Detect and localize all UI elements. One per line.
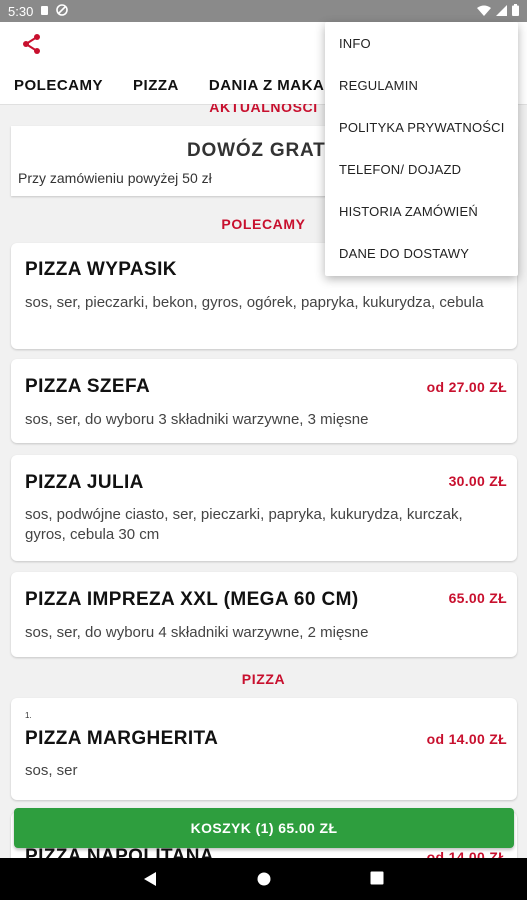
product-number: 1. bbox=[25, 711, 32, 720]
no-disturb-icon bbox=[56, 3, 69, 19]
status-bar: 5:30 bbox=[0, 0, 527, 22]
status-time: 5:30 bbox=[8, 3, 34, 19]
product-card[interactable]: PIZZA SZEFA od 27.00 ZŁ sos, ser, do wyb… bbox=[11, 359, 517, 443]
product-price: od 14.00 ZŁ bbox=[426, 849, 507, 858]
news-title: DOWÓZ GRATIS bbox=[187, 140, 346, 161]
notification-icon bbox=[40, 4, 49, 19]
product-card[interactable]: PIZZA IMPREZA XXL (MEGA 60 CM) 65.00 ZŁ … bbox=[11, 572, 517, 657]
back-icon[interactable] bbox=[143, 871, 157, 892]
home-icon[interactable] bbox=[256, 871, 272, 892]
signal-icon bbox=[496, 4, 507, 19]
product-description: sos, ser, do wyboru 3 składniki warzywne… bbox=[25, 411, 369, 428]
product-name: PIZZA MARGHERITA bbox=[25, 728, 219, 749]
menu-item-telefon-dojazd[interactable]: TELEFON/ DOJAZD bbox=[339, 162, 461, 177]
product-name: PIZZA JULIA bbox=[25, 472, 144, 493]
overflow-menu: INFO REGULAMIN POLITYKA PRYWATNOŚCI TELE… bbox=[325, 22, 518, 276]
cart-button[interactable]: KOSZYK (1) 65.00 ZŁ bbox=[14, 808, 514, 848]
product-price: od 14.00 ZŁ bbox=[426, 731, 507, 747]
product-description: sos, ser, pieczarki, bekon, gyros, ogóre… bbox=[25, 294, 484, 311]
tab-pizza[interactable]: PIZZA bbox=[118, 77, 194, 94]
menu-item-info[interactable]: INFO bbox=[339, 36, 371, 51]
product-card[interactable]: 1. PIZZA MARGHERITA od 14.00 ZŁ sos, ser bbox=[11, 698, 517, 800]
tab-polecamy[interactable]: POLECAMY bbox=[0, 77, 118, 94]
wifi-icon bbox=[477, 4, 491, 19]
recents-icon[interactable] bbox=[370, 871, 384, 890]
battery-icon bbox=[512, 3, 519, 19]
share-icon[interactable] bbox=[20, 32, 44, 56]
news-subtitle: Przy zamówieniu powyżej 50 zł bbox=[18, 170, 212, 186]
product-price: od 27.00 ZŁ bbox=[426, 379, 507, 395]
section-title-pizza: PIZZA bbox=[241, 671, 286, 687]
menu-item-polityka-prywatnosci[interactable]: POLITYKA PRYWATNOŚCI bbox=[339, 120, 505, 135]
product-card[interactable]: PIZZA JULIA 30.00 ZŁ sos, podwójne ciast… bbox=[11, 455, 517, 561]
product-description: sos, ser bbox=[25, 762, 78, 779]
menu-item-regulamin[interactable]: REGULAMIN bbox=[339, 78, 418, 93]
product-price: 30.00 ZŁ bbox=[448, 473, 507, 489]
product-description: sos, podwójne ciasto, ser, pieczarki, pa… bbox=[25, 506, 463, 543]
product-description: sos, ser, do wyboru 4 składniki warzywne… bbox=[25, 624, 369, 641]
product-name: PIZZA SZEFA bbox=[25, 376, 151, 397]
menu-item-dane-do-dostawy[interactable]: DANE DO DOSTAWY bbox=[339, 246, 469, 261]
system-navigation-bar bbox=[0, 858, 527, 900]
product-name: PIZZA WYPASIK bbox=[25, 259, 177, 280]
product-name: PIZZA IMPREZA XXL (MEGA 60 CM) bbox=[25, 589, 359, 610]
product-price: 65.00 ZŁ bbox=[448, 590, 507, 606]
menu-item-historia-zamowien[interactable]: HISTORIA ZAMÓWIEŃ bbox=[339, 204, 478, 219]
